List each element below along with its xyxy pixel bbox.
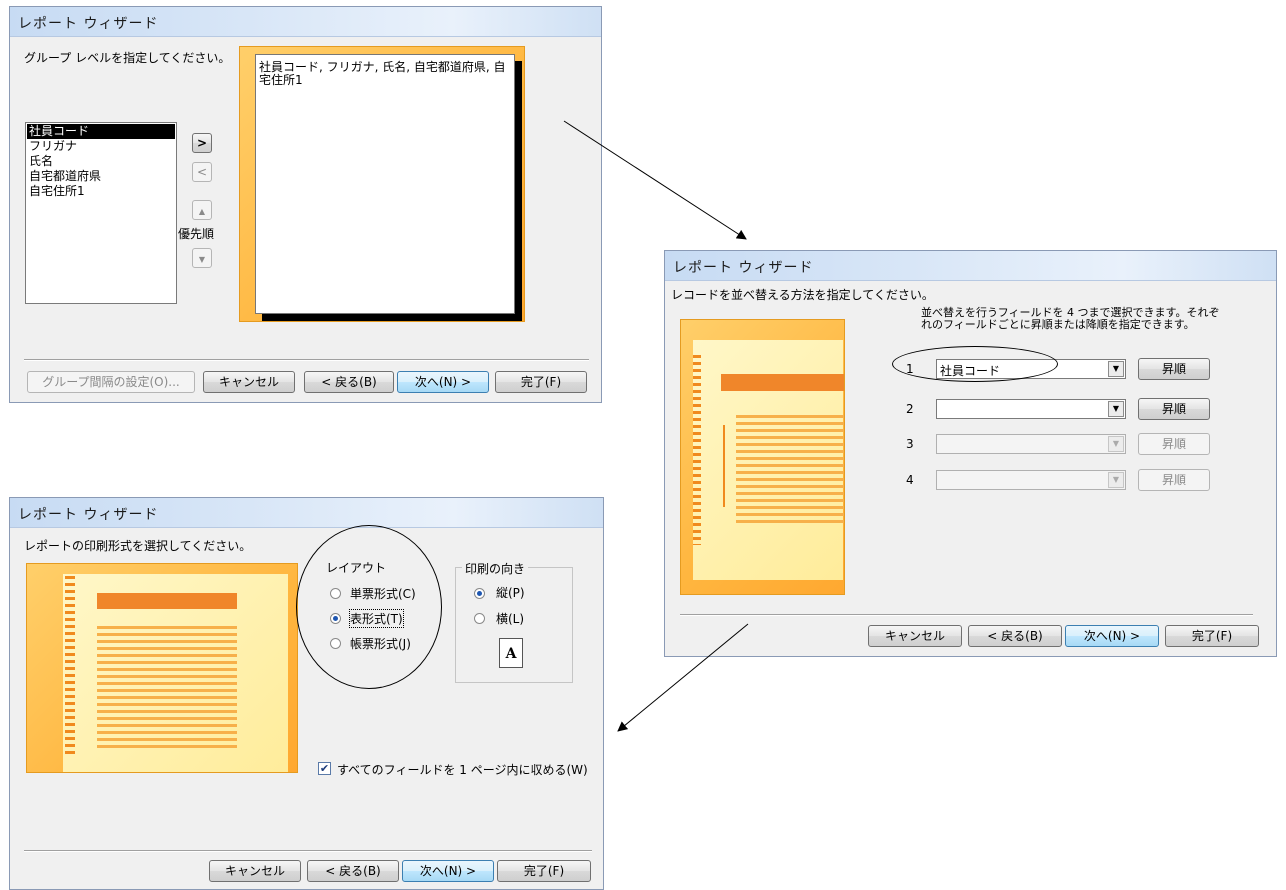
sort-number: 4 — [906, 473, 914, 487]
instruction-text: グループ レベルを指定してください。 — [24, 51, 231, 65]
cancel-button[interactable]: キャンセル — [209, 860, 301, 882]
title-bar: レポート ウィザード — [10, 7, 601, 37]
sort-hint-text: 並べ替えを行うフィールドを 4 つまで選択できます。それぞれのフィールドごとに昇… — [921, 306, 1220, 331]
preview-table — [97, 626, 237, 751]
dialog-title: レポート ウィザード — [18, 16, 159, 32]
arrow-down-icon: ▼ — [198, 255, 206, 264]
preview-binding — [693, 355, 701, 545]
priority-label: 優先順 — [178, 227, 215, 241]
instruction-text: レポートの印刷形式を選択してください。 — [24, 539, 252, 553]
sort-order-2-button[interactable]: 昇順 — [1138, 398, 1210, 420]
fit-one-page-label[interactable]: すべてのフィールドを 1 ページ内に収める(W) — [337, 761, 588, 778]
back-button[interactable]: < 戻る(B) — [968, 625, 1062, 647]
sort-number: 2 — [906, 402, 914, 416]
next-button[interactable]: 次へ(N) > — [402, 860, 494, 882]
dropdown-arrow-icon[interactable]: ▼ — [1108, 361, 1124, 377]
grouping-preview: 社員コード, フリガナ, 氏名, 自宅都道府県, 自宅住所1 — [239, 46, 525, 322]
title-bar: レポート ウィザード — [665, 251, 1276, 281]
annotation-ellipse — [892, 346, 1058, 382]
back-button[interactable]: < 戻る(B) — [304, 371, 394, 393]
sort-order-3-button[interactable]: 昇順 — [1138, 433, 1210, 455]
sort-order-4-button[interactable]: 昇順 — [1138, 469, 1210, 491]
back-button[interactable]: < 戻る(B) — [307, 860, 399, 882]
finish-button[interactable]: 完了(F) — [1165, 625, 1259, 647]
preview-table — [736, 415, 844, 525]
title-bar: レポート ウィザード — [10, 498, 603, 528]
preview-page: 社員コード, フリガナ, 氏名, 自宅都道府県, 自宅住所1 — [255, 54, 515, 314]
sort-preview — [680, 319, 845, 595]
report-wizard-group-dialog: レポート ウィザード グループ レベルを指定してください。 社員コード フリガナ… — [9, 6, 602, 403]
orientation-landscape-radio[interactable] — [474, 613, 485, 624]
fit-one-page-checkbox[interactable]: ✔ — [318, 762, 331, 775]
list-item[interactable]: 氏名 — [27, 154, 175, 169]
finish-button[interactable]: 完了(F) — [497, 860, 591, 882]
preview-arrow — [723, 425, 725, 507]
priority-down-button[interactable]: ▼ — [192, 248, 212, 268]
report-wizard-layout-dialog: レポート ウィザード レポートの印刷形式を選択してください。 レイアウト 単票形… — [9, 497, 604, 890]
divider — [24, 850, 592, 852]
remove-group-button[interactable]: < — [192, 162, 212, 182]
orientation-group: 印刷の向き 縦(P) 横(L) A — [455, 560, 573, 683]
cancel-button[interactable]: キャンセル — [203, 371, 295, 393]
divider — [24, 359, 589, 361]
list-item[interactable]: フリガナ — [27, 139, 175, 154]
orientation-landscape-label[interactable]: 横(L) — [496, 610, 524, 627]
sort-field-2-combo[interactable]: ▼ — [936, 399, 1126, 419]
sort-order-1-button[interactable]: 昇順 — [1138, 358, 1210, 380]
list-item[interactable]: 自宅都道府県 — [27, 169, 175, 184]
arrow-up-icon: ▲ — [198, 207, 206, 216]
cancel-button[interactable]: キャンセル — [868, 625, 962, 647]
dialog-title: レポート ウィザード — [18, 507, 159, 523]
sort-number: 3 — [906, 437, 914, 451]
list-item[interactable]: 自宅住所1 — [27, 184, 175, 199]
orientation-portrait-label[interactable]: 縦(P) — [496, 584, 525, 601]
dialog-title: レポート ウィザード — [673, 260, 814, 276]
annotation-circle — [296, 525, 442, 689]
grouping-options-button[interactable]: グループ間隔の設定(O)... — [27, 371, 195, 393]
next-button[interactable]: 次へ(N) > — [397, 371, 489, 393]
dropdown-arrow-icon[interactable]: ▼ — [1108, 401, 1124, 417]
preview-title-bar — [97, 593, 237, 609]
dropdown-arrow-icon[interactable]: ▼ — [1108, 472, 1124, 488]
list-item[interactable]: 社員コード — [27, 124, 175, 139]
instruction-text: レコードを並べ替える方法を指定してください。 — [671, 288, 934, 302]
preview-binding — [65, 576, 75, 756]
sort-field-4-combo[interactable]: ▼ — [936, 470, 1126, 490]
priority-up-button[interactable]: ▲ — [192, 200, 212, 220]
sort-field-3-combo[interactable]: ▼ — [936, 434, 1126, 454]
field-listbox[interactable]: 社員コード フリガナ 氏名 自宅都道府県 自宅住所1 — [25, 122, 177, 304]
orientation-portrait-radio[interactable] — [474, 588, 485, 599]
page-orientation-icon: A — [499, 638, 523, 668]
orientation-group-label: 印刷の向き — [462, 560, 529, 577]
preview-title-bar — [721, 374, 844, 391]
preview-fields-text: 社員コード, フリガナ, 氏名, 自宅都道府県, 自宅住所1 — [259, 60, 506, 87]
divider — [680, 614, 1253, 616]
add-group-button[interactable]: > — [192, 133, 212, 153]
report-wizard-sort-dialog: レポート ウィザード レコードを並べ替える方法を指定してください。 並べ替えを行… — [664, 250, 1277, 657]
layout-preview — [26, 563, 298, 773]
next-button[interactable]: 次へ(N) > — [1065, 625, 1159, 647]
dropdown-arrow-icon[interactable]: ▼ — [1108, 436, 1124, 452]
finish-button[interactable]: 完了(F) — [495, 371, 587, 393]
